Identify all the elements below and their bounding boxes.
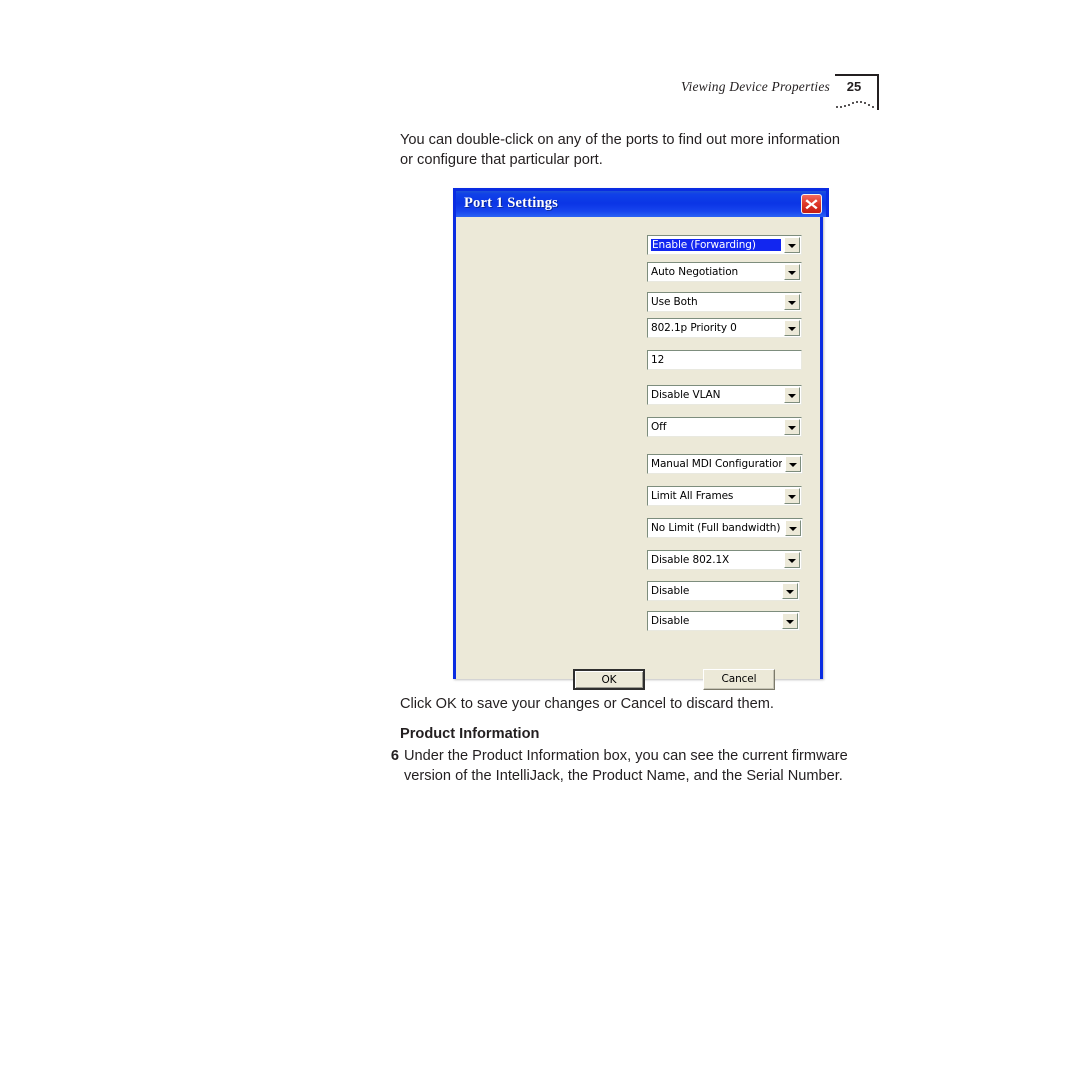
combobox[interactable]: Use Both [647,292,802,312]
chevron-down-icon[interactable] [784,488,800,504]
combobox[interactable]: Limit All Frames [647,486,802,506]
step-item: 6 Under the Product Information box, you… [385,747,875,786]
combobox-value: Disable [651,585,690,597]
combobox-value: Disable [651,615,690,627]
chevron-down-icon[interactable] [782,613,798,629]
field-row: 802.1Q ModeDisable VLAN [456,385,820,407]
combobox[interactable]: Enable (Forwarding) [647,235,802,255]
step-number: 6 [390,748,399,764]
after-dialog-paragraph: Click OK to save your changes or Cancel … [400,696,774,712]
combobox-value: Disable VLAN [651,389,721,401]
folio-rule-top [835,74,879,76]
combobox[interactable]: Auto Negotiation [647,262,802,282]
combobox[interactable]: Off [647,417,802,437]
chevron-down-icon[interactable] [784,264,800,280]
combobox-value: Disable 802.1X [651,554,730,566]
page-header: Viewing Device Properties 25 [0,74,1080,120]
folio-box: 25 [835,74,880,116]
chevron-down-icon[interactable] [784,387,800,403]
chevron-down-icon[interactable] [784,552,800,568]
combobox[interactable]: No Limit (Full bandwidth) [647,518,803,538]
combobox[interactable]: 802.1p Priority 0 [647,318,802,338]
field-row: Flow ControlOff [456,417,820,439]
close-icon[interactable] [801,194,822,214]
field-row: Port StateEnable (Forwarding) [456,235,820,257]
chevron-down-icon[interactable] [784,320,800,336]
text-input-value: 12 [651,354,665,366]
combobox-value: Off [651,421,667,433]
field-row: Maximum Data RateNo Limit (Full bandwidt… [456,518,820,540]
combobox-value: Auto Negotiation [651,266,739,278]
chevron-down-icon[interactable] [784,419,800,435]
field-row: MDI[X] settingManual MDI Configuration [456,454,820,476]
dialog-title: Port 1 Settings [464,195,559,211]
folio-dotted-rule [836,100,876,109]
chevron-down-icon[interactable] [785,456,801,472]
combobox-value: Enable (Forwarding) [651,239,781,251]
cancel-button[interactable]: Cancel [703,669,775,690]
combobox[interactable]: Disable [647,581,800,601]
combobox-value: Limit All Frames [651,490,734,502]
field-row: Default Priority Level802.1p Priority 0 [456,318,820,340]
product-information-heading: Product Information [400,726,540,742]
combobox[interactable]: Manual MDI Configuration [647,454,803,474]
dialog-body: Port StateEnable (Forwarding) Port Speed/… [456,217,820,690]
ok-button[interactable]: OK [573,669,645,690]
field-row: 802.1x ModeDisable 802.1X [456,550,820,572]
field-row: 802.1x Auto VLANDisable [456,611,820,633]
combobox[interactable]: Disable [647,611,800,631]
combobox[interactable]: Disable VLAN [647,385,802,405]
dialog-titlebar[interactable]: Port 1 Settings [453,188,829,217]
folio-rule-right [877,74,879,110]
combobox-value: 802.1p Priority 0 [651,322,737,334]
chevron-down-icon[interactable] [784,237,800,253]
field-row: 802.1x Reauth IntervalDisable [456,581,820,603]
field-row: Data Rate Limit ModeLimit All Frames [456,486,820,508]
chevron-down-icon[interactable] [784,294,800,310]
step-text: Under the Product Information box, you c… [404,748,848,784]
intro-paragraph: You can double-click on any of the ports… [400,132,840,168]
page-number: 25 [846,79,862,94]
chevron-down-icon[interactable] [782,583,798,599]
field-row: VLAN ID12 [456,350,820,372]
combobox-value: No Limit (Full bandwidth) [651,522,781,534]
text-input[interactable]: 12 [647,350,802,370]
chevron-down-icon[interactable] [785,520,801,536]
combobox-value: Manual MDI Configuration [651,458,782,470]
field-row: Port Speed/DuplexAuto Negotiation [456,262,820,284]
combobox-value: Use Both [651,296,698,308]
port-settings-dialog: Port 1 Settings Port StateEnable (Forwar… [453,188,829,690]
combobox[interactable]: Disable 802.1X [647,550,802,570]
running-head: Viewing Device Properties [681,79,830,94]
field-row: Priority Look-Up SchemeUse Both [456,292,820,314]
